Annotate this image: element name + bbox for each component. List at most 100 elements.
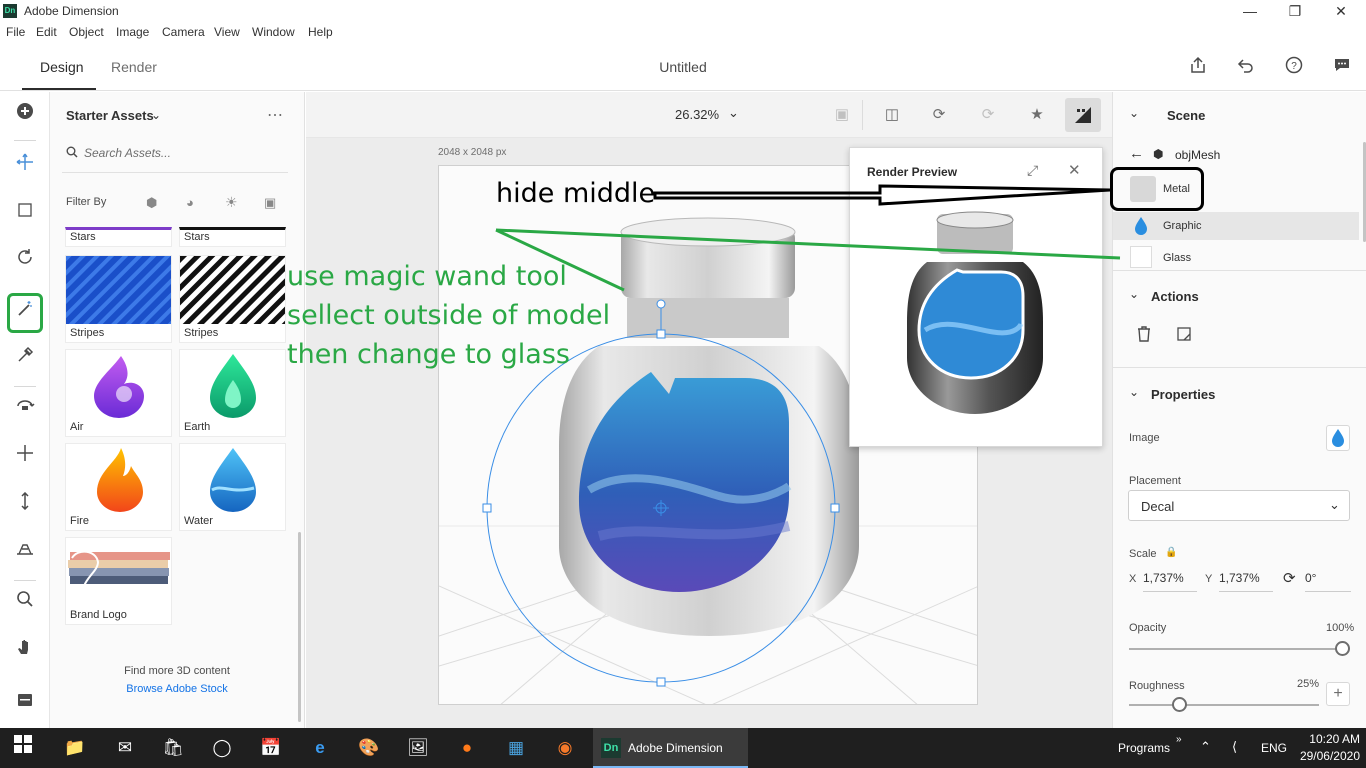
menu-camera[interactable]: Camera (162, 25, 205, 39)
clock-time[interactable]: 10:20 AM (1298, 732, 1360, 746)
distribute-icon[interactable]: ⟳ (977, 104, 999, 126)
blender-icon[interactable]: ◉ (550, 734, 580, 762)
dolly-camera-icon[interactable] (11, 491, 39, 519)
language-indicator[interactable]: ENG (1261, 741, 1287, 755)
back-arrow-icon[interactable]: ← (1129, 145, 1144, 162)
asset-tile-stripes-blue[interactable]: Stripes (65, 255, 172, 343)
wifi-icon[interactable]: ⟨ (1232, 739, 1237, 755)
firefox-icon[interactable]: ● (452, 734, 482, 762)
mail-icon[interactable]: ✉ (110, 734, 140, 762)
scene-collapse-chevron-icon[interactable]: ⌄ (1129, 106, 1139, 120)
select-tool-icon[interactable] (11, 152, 39, 180)
windows-start-icon[interactable] (8, 734, 38, 762)
roughness-slider-track[interactable] (1129, 704, 1319, 706)
asset-tile-brand-logo[interactable]: Brand Logo (65, 537, 172, 625)
filter-models-icon[interactable]: ⬢ (146, 195, 157, 211)
layers-panel-icon[interactable] (11, 690, 39, 718)
render-preview-toggle[interactable] (1065, 98, 1101, 132)
fit-to-view-icon[interactable]: ▣ (831, 104, 853, 126)
more-options-icon[interactable]: ⋯ (267, 105, 284, 125)
material-row-graphic[interactable]: Graphic (1113, 212, 1359, 240)
reset-rotation-icon[interactable]: ⟳ (1283, 569, 1296, 587)
menu-object[interactable]: Object (69, 25, 104, 39)
minimize-button[interactable]: — (1230, 2, 1270, 20)
undo-icon[interactable] (1235, 56, 1257, 78)
image-thumbnail-button[interactable] (1326, 425, 1350, 451)
close-window-button[interactable]: ✕ (1321, 2, 1361, 20)
programs-toolbar[interactable]: Programs (1118, 741, 1170, 755)
unreal-engine-icon[interactable]: ◯ (207, 734, 237, 762)
properties-collapse-chevron-icon[interactable]: ⌄ (1129, 385, 1139, 399)
filter-lights-icon[interactable]: ☀ (225, 194, 238, 211)
hand-icon[interactable] (11, 637, 39, 665)
window-title: Adobe Dimension (24, 4, 119, 18)
assets-title[interactable]: Starter Assets (66, 108, 154, 123)
add-icon[interactable] (11, 101, 39, 129)
clock-date[interactable]: 29/06/2020 (1290, 749, 1360, 763)
scale-y-input[interactable]: 1,737% (1219, 571, 1273, 592)
share-icon[interactable] (1187, 56, 1209, 78)
asset-tile-earth[interactable]: Earth (179, 349, 286, 437)
magic-wand-icon[interactable] (11, 299, 39, 327)
photos-icon[interactable]: 🖼 (403, 734, 433, 762)
drop-to-ground-icon[interactable]: ◫ (881, 104, 903, 126)
search-input[interactable]: Search Assets... (84, 146, 284, 160)
zoom-icon[interactable] (11, 589, 39, 617)
horizon-tool-icon[interactable] (11, 539, 39, 567)
asset-tile-air[interactable]: Air (65, 349, 172, 437)
asset-tile-stars-purple[interactable]: Stars (65, 227, 172, 247)
orbit-tool-icon[interactable] (11, 247, 39, 275)
roughness-slider-handle[interactable] (1172, 697, 1187, 712)
filter-images-icon[interactable]: ▣ (264, 195, 276, 211)
file-explorer-icon[interactable]: 📁 (60, 734, 90, 762)
menu-edit[interactable]: Edit (36, 25, 57, 39)
filter-materials-icon[interactable]: ◕ (186, 195, 194, 210)
menu-view[interactable]: View (214, 25, 240, 39)
expand-icon[interactable]: ⤢ (1027, 162, 1038, 179)
browse-adobe-stock-link[interactable]: Browse Adobe Stock (50, 683, 304, 695)
edge-icon[interactable]: e (305, 734, 335, 762)
menu-help[interactable]: Help (308, 25, 333, 39)
menu-window[interactable]: Window (252, 25, 295, 39)
show-hidden-icons-icon[interactable]: ⌃ (1200, 739, 1211, 755)
lock-icon[interactable]: 🔒 (1165, 547, 1177, 558)
taskbar-active-app[interactable]: Dn Adobe Dimension (593, 728, 748, 768)
asset-tile-stars-black[interactable]: Stars (179, 227, 286, 247)
rotation-input[interactable]: 0° (1305, 571, 1351, 592)
add-texture-icon[interactable]: + (1326, 682, 1350, 706)
rotate-camera-icon[interactable] (11, 395, 39, 423)
restore-button[interactable]: ❐ (1275, 2, 1315, 20)
programs-chevron-icon[interactable]: » (1176, 734, 1182, 745)
delete-icon[interactable] (1137, 326, 1151, 347)
material-row-glass[interactable]: Glass (1128, 244, 1348, 270)
asset-tile-water[interactable]: Water (179, 443, 286, 531)
close-preview-icon[interactable]: ✕ (1068, 161, 1081, 179)
assets-scrollbar[interactable] (298, 532, 301, 722)
match-image-icon[interactable]: ★ (1026, 104, 1048, 126)
actions-collapse-chevron-icon[interactable]: ⌄ (1129, 287, 1139, 301)
align-icon[interactable]: ⟳ (928, 104, 950, 126)
opacity-slider-track[interactable] (1129, 648, 1349, 650)
feedback-icon[interactable] (1331, 56, 1353, 78)
asset-tile-fire[interactable]: Fire (65, 443, 172, 531)
asset-tile-stripes-black[interactable]: Stripes (179, 255, 286, 343)
remote-desktop-icon[interactable]: ▦ (501, 734, 531, 762)
placement-dropdown[interactable]: Decal ⌄ (1128, 490, 1350, 521)
menu-image[interactable]: Image (116, 25, 149, 39)
chevron-down-icon[interactable]: ⌄ (151, 108, 161, 122)
zoom-level[interactable]: 26.32% (675, 107, 719, 122)
store-icon[interactable]: 🛍 (158, 734, 188, 762)
document-title: Untitled (659, 59, 707, 75)
help-icon[interactable]: ? (1283, 56, 1305, 78)
menu-file[interactable]: File (6, 25, 25, 39)
frame-tool-icon[interactable] (11, 199, 39, 227)
pan-camera-icon[interactable] (11, 443, 39, 471)
eyedropper-icon[interactable] (11, 345, 39, 373)
edit-image-icon[interactable] (1177, 327, 1191, 346)
zoom-chevron-down-icon[interactable]: ⌄ (728, 105, 739, 121)
opacity-slider-handle[interactable] (1335, 641, 1350, 656)
scale-x-input[interactable]: 1,737% (1143, 571, 1197, 592)
calendar-icon[interactable]: 📅 (256, 734, 286, 762)
paint-icon[interactable]: 🎨 (354, 734, 384, 762)
placement-label: Placement (1129, 475, 1181, 487)
